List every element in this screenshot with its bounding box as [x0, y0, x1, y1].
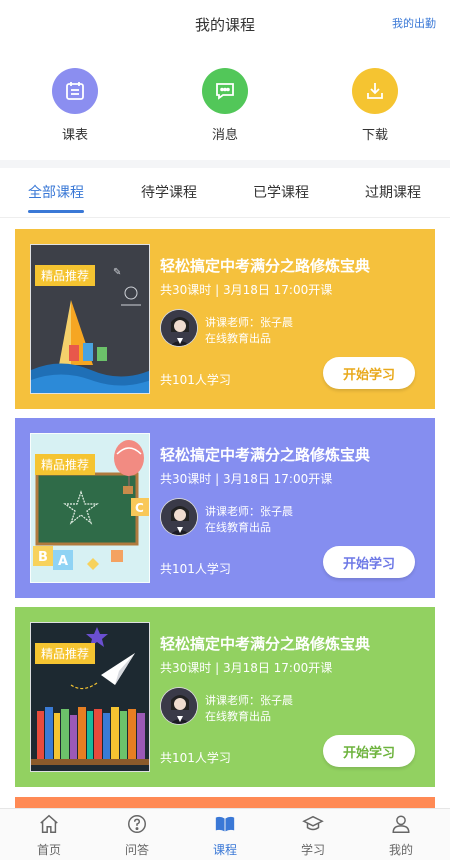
teacher-info: 讲课老师：张子晨 在线教育出品: [205, 504, 293, 536]
nav-qa[interactable]: 问答: [107, 813, 167, 858]
svg-text:B: B: [38, 550, 48, 565]
nav-mine[interactable]: 我的: [371, 813, 431, 858]
nav-home-label: 首页: [36, 843, 61, 857]
teacher-name: 讲课老师：张子晨: [205, 694, 293, 707]
teacher-info: 讲课老师：张子晨 在线教育出品: [205, 315, 293, 347]
course-thumbnail: 精品推荐: [30, 622, 150, 772]
tab-all-courses[interactable]: 全部课程: [11, 182, 101, 202]
learner-count: 共101人学习: [160, 373, 231, 387]
active-tab-indicator: [28, 210, 84, 213]
download-label: 下载: [361, 128, 388, 143]
learner-count: 共101人学习: [160, 562, 231, 576]
user-icon: [392, 815, 410, 833]
book-icon: [215, 816, 235, 832]
nav-courses-label: 课程: [212, 843, 237, 857]
teacher-info: 讲课老师：张子晨 在线教育出品: [205, 693, 293, 725]
messages-button[interactable]: 消息: [185, 68, 265, 143]
course-title: 轻松搞定中考满分之路修炼宝典: [160, 635, 371, 653]
schedule-label: 课表: [61, 128, 88, 143]
header: 我的课程 我的出勤: [0, 0, 450, 48]
home-icon: [40, 814, 58, 833]
nav-home[interactable]: 首页: [19, 813, 79, 858]
tab-learned-courses[interactable]: 已学课程: [236, 182, 326, 202]
download-icon: [352, 68, 398, 114]
graduation-cap-icon: [302, 815, 324, 831]
publisher: 在线教育出品: [205, 332, 271, 345]
svg-text:A: A: [58, 554, 68, 569]
my-attendance-link[interactable]: 我的出勤: [392, 15, 436, 31]
course-meta: 共30课时 | 3月18日 17:00开课: [160, 472, 333, 486]
teacher-name: 讲课老师：张子晨: [205, 505, 293, 518]
nav-courses[interactable]: 课程: [195, 813, 255, 858]
learner-count: 共101人学习: [160, 751, 231, 765]
messages-label: 消息: [211, 128, 238, 143]
start-learning-button[interactable]: 开始学习: [323, 357, 415, 389]
featured-badge: 精品推荐: [35, 265, 96, 286]
download-button[interactable]: 下载: [335, 68, 415, 143]
tab-expired-courses[interactable]: 过期课程: [348, 182, 438, 202]
course-card[interactable]: ✎ 精品推荐 轻松搞定中考满分之路修炼宝典 共30课时 | 3月18日 17:0…: [15, 229, 435, 409]
course-thumbnail: B A C 精品推荐: [30, 433, 150, 583]
tab-pending-courses[interactable]: 待学课程: [124, 182, 214, 202]
nav-qa-label: 问答: [124, 843, 149, 857]
publisher: 在线教育出品: [205, 710, 271, 723]
course-title: 轻松搞定中考满分之路修炼宝典: [160, 257, 371, 275]
featured-badge: 精品推荐: [35, 454, 96, 475]
start-learning-button[interactable]: 开始学习: [323, 735, 415, 767]
teacher-name: 讲课老师：张子晨: [205, 316, 293, 329]
bottom-nav: 首页 问答 课程 学习 我的: [0, 808, 450, 860]
course-title: 轻松搞定中考满分之路修炼宝典: [160, 446, 371, 464]
nav-mine-label: 我的: [388, 843, 413, 857]
publisher: 在线教育出品: [205, 521, 271, 534]
page-title: 我的课程: [194, 16, 255, 34]
teacher-avatar: [160, 498, 198, 536]
schedule-button[interactable]: 课表: [35, 68, 115, 143]
course-thumbnail: ✎ 精品推荐: [30, 244, 150, 394]
message-icon: [202, 68, 248, 114]
quick-actions: 课表 消息 下载: [0, 60, 450, 160]
my-courses-page: 我的课程 我的出勤 课表 消息 下载 全部课程 待学课程 已学课程 过期课程 ✎…: [0, 0, 450, 860]
course-tabs: 全部课程 待学课程 已学课程 过期课程: [0, 168, 450, 218]
course-card[interactable]: 精品推荐 轻松搞定中考满分之路修炼宝典 共30课时 | 3月18日 17:00开…: [15, 607, 435, 787]
svg-text:C: C: [135, 501, 144, 515]
nav-study-label: 学习: [300, 843, 325, 857]
nav-study[interactable]: 学习: [283, 813, 343, 858]
svg-text:✎: ✎: [113, 267, 121, 278]
calendar-icon: [52, 68, 98, 114]
start-learning-button[interactable]: 开始学习: [323, 546, 415, 578]
course-meta: 共30课时 | 3月18日 17:00开课: [160, 661, 333, 675]
course-card[interactable]: B A C 精品推荐 轻松搞定中考满分之路修炼宝典 共30课时 | 3月18日 …: [15, 418, 435, 598]
featured-badge: 精品推荐: [35, 643, 96, 664]
section-divider: [0, 160, 450, 168]
question-icon: [128, 815, 146, 833]
teacher-avatar: [160, 309, 198, 347]
teacher-avatar: [160, 687, 198, 725]
course-meta: 共30课时 | 3月18日 17:00开课: [160, 283, 333, 297]
